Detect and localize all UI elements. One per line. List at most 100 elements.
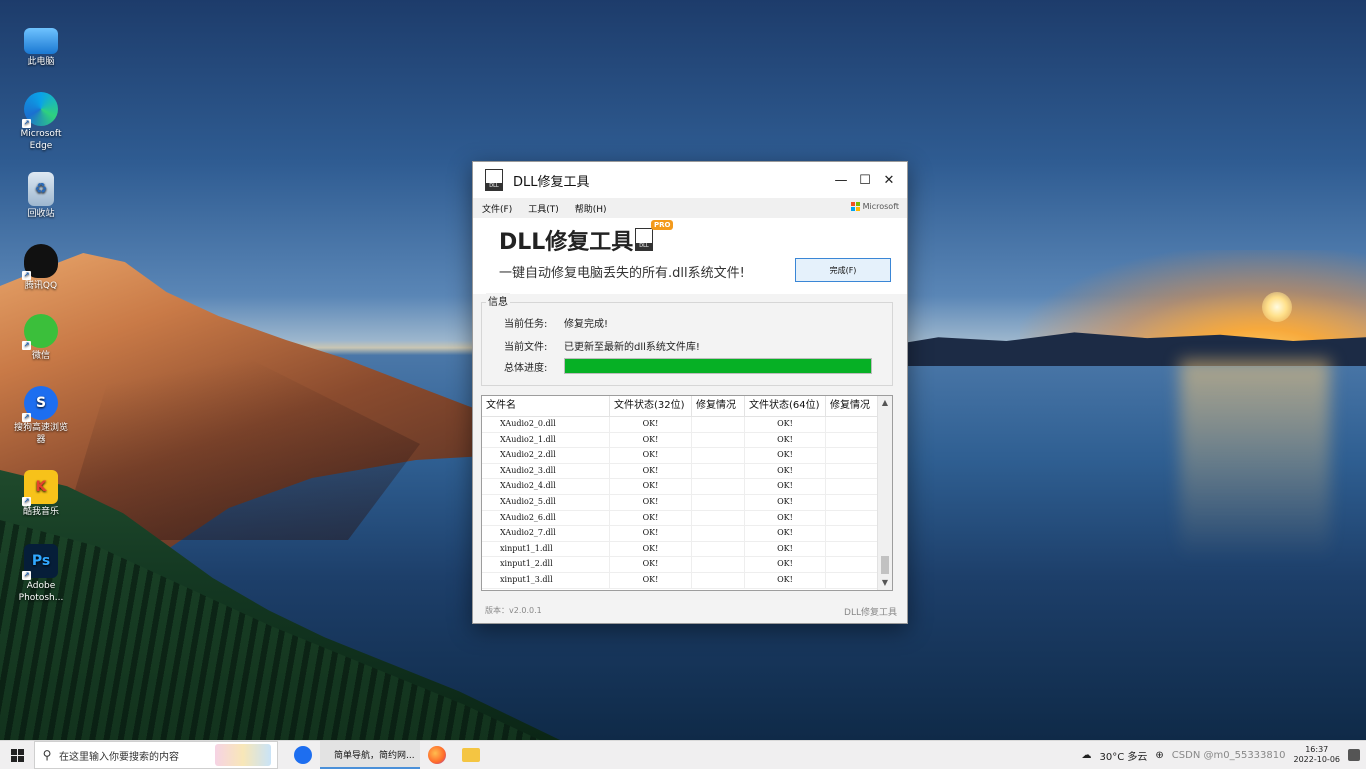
desktop-icon-wechat[interactable]: ↗ 微信 — [14, 314, 68, 362]
sogou-browser-icon: S ↗ — [22, 386, 58, 422]
table-row[interactable]: XAudio2_0.dll OK! OK! — [482, 417, 892, 433]
version-label: 版本：v2.0.0.1 — [485, 606, 542, 615]
cell-repair-32 — [692, 557, 745, 572]
cell-repair-32 — [692, 494, 745, 510]
cell-repair-32 — [692, 432, 745, 448]
taskbar-file-explorer[interactable] — [454, 741, 488, 769]
cell-repair-32 — [692, 541, 745, 557]
qq-icon: ↗ — [22, 244, 58, 280]
desktop-icon-kuwo-music[interactable]: K ↗ 酷我音乐 — [14, 470, 68, 518]
cell-repair-64 — [826, 463, 878, 479]
table-row[interactable]: xinput1_2.dll OK! OK! — [482, 557, 892, 573]
cell-status-64: OK! — [745, 432, 826, 448]
table-scrollbar[interactable]: ▲ ▼ — [877, 396, 892, 590]
cell-filename: xinput1_2.dll — [482, 557, 610, 572]
cell-status-32: OK! — [610, 494, 692, 510]
desktop-icon-this-pc[interactable]: 此电脑 — [14, 22, 68, 68]
table-row[interactable]: XAudio2_4.dll OK! OK! — [482, 479, 892, 495]
table-row[interactable]: xinput1_3.dll OK! OK! — [482, 572, 892, 589]
cell-filename: XAudio2_5.dll — [482, 494, 610, 510]
cell-filename: XAudio2_6.dll — [482, 510, 610, 526]
kuwo-music-icon: K ↗ — [22, 470, 58, 506]
wechat-icon: ↗ — [22, 314, 58, 350]
close-button[interactable]: ✕ — [877, 162, 901, 198]
table-row[interactable]: xinput1_1.dll OK! OK! — [482, 541, 892, 558]
microsoft-logo: Microsoft — [850, 202, 899, 211]
scroll-thumb[interactable] — [881, 556, 889, 574]
taskbar-firefox[interactable] — [420, 741, 454, 769]
minimize-button[interactable]: — — [829, 162, 853, 198]
network-icon[interactable]: ⊕ — [1155, 750, 1163, 761]
app-banner: DLL修复工具 DLL PRO 一键自动修复电脑丢失的所有.dll系统文件! 完… — [473, 218, 907, 294]
cell-filename: xinput1_3.dll — [482, 572, 610, 588]
taskbar-edge-window[interactable]: 简单导航，简约网... — [320, 741, 420, 769]
menu-bar: 文件(F) 工具(T) 帮助(H) Microsoft — [473, 198, 907, 218]
current-file-row: 当前文件: 已更新至最新的dll系统文件库! — [504, 338, 700, 353]
dll-file-table: 文件名 文件状态(32位) 修复情况 文件状态(64位) 修复情况 XAudio… — [481, 395, 893, 591]
cell-repair-64 — [826, 541, 878, 557]
table-row[interactable]: XAudio2_5.dll OK! OK! — [482, 494, 892, 511]
cell-repair-32 — [692, 479, 745, 494]
col-header-repair-64[interactable]: 修复情况 — [826, 396, 878, 416]
cell-repair-64 — [826, 417, 878, 432]
start-button[interactable] — [0, 741, 34, 769]
weather-text[interactable]: 30°C 多云 — [1100, 748, 1148, 763]
dll-repair-window: DLL DLL修复工具 — ☐ ✕ 文件(F) 工具(T) 帮助(H) Micr… — [472, 161, 908, 624]
firefox-icon — [428, 746, 446, 764]
cell-filename: xinput1_1.dll — [482, 541, 610, 557]
cell-status-64: OK! — [745, 572, 826, 588]
cell-status-32: OK! — [610, 417, 692, 432]
desktop-icon-qq[interactable]: ↗ 腾讯QQ — [14, 244, 68, 292]
cell-status-64: OK! — [745, 541, 826, 557]
table-row[interactable]: XAudio2_3.dll OK! OK! — [482, 463, 892, 480]
window-titlebar[interactable]: DLL DLL修复工具 — ☐ ✕ — [473, 162, 907, 198]
progress-fill — [565, 359, 871, 373]
col-header-repair-32[interactable]: 修复情况 — [692, 396, 745, 416]
weather-icon[interactable]: ☁ — [1082, 750, 1092, 761]
scroll-down-icon[interactable]: ▼ — [878, 576, 892, 590]
microsoft-logo-icon — [850, 202, 860, 211]
cell-status-64: OK! — [745, 463, 826, 479]
menu-file[interactable]: 文件(F) — [482, 202, 512, 215]
taskbar-search-box[interactable]: ⚲ 在这里输入你要搜索的内容 — [34, 741, 278, 769]
pro-badge: PRO — [651, 220, 674, 230]
taskbar-clock[interactable]: 16:37 2022-10-06 — [1294, 745, 1341, 765]
brand-title: DLL修复工具 — [499, 230, 634, 255]
maximize-button[interactable]: ☐ — [853, 162, 877, 198]
scroll-up-icon[interactable]: ▲ — [878, 396, 892, 410]
cell-filename: XAudio2_0.dll — [482, 417, 610, 432]
cell-status-64: OK! — [745, 448, 826, 463]
desktop-icon-edge[interactable]: ↗ Microsoft Edge — [14, 92, 68, 152]
progress-row: 总体进度: — [504, 359, 564, 374]
notification-icon[interactable] — [1348, 749, 1360, 761]
table-row[interactable]: XAudio2_2.dll OK! OK! — [482, 448, 892, 464]
desktop-icon-sogou-browser[interactable]: S ↗ 搜狗高速浏览器 — [14, 386, 68, 446]
menu-tools[interactable]: 工具(T) — [528, 202, 559, 215]
table-row[interactable]: XAudio2_6.dll OK! OK! — [482, 510, 892, 527]
cell-filename: XAudio2_4.dll — [482, 479, 610, 494]
taskbar-sogou-browser[interactable] — [286, 741, 320, 769]
csdn-watermark: CSDN @m0_55333810 — [1171, 749, 1286, 761]
folder-icon — [462, 748, 480, 762]
wallpaper-trees — [0, 520, 540, 740]
cell-status-64: OK! — [745, 479, 826, 494]
cell-repair-64 — [826, 557, 878, 572]
current-task-row: 当前任务: 修复完成! — [504, 315, 608, 330]
col-header-status-64[interactable]: 文件状态(64位) — [745, 396, 826, 416]
system-tray: ☁ 30°C 多云 ⊕ CSDN @m0_55333810 16:37 2022… — [1074, 741, 1360, 769]
done-button[interactable]: 完成(F) — [795, 258, 891, 282]
shortcut-arrow-icon: ↗ — [22, 119, 31, 128]
desktop-icon-photoshop[interactable]: Ps ↗ Adobe Photosh... — [14, 544, 68, 604]
cell-status-32: OK! — [610, 510, 692, 526]
dll-file-icon: DLL — [485, 169, 503, 191]
table-row[interactable]: XAudio2_7.dll OK! OK! — [482, 526, 892, 542]
menu-help[interactable]: 帮助(H) — [575, 202, 607, 215]
desktop-icon-recycle-bin[interactable]: ♻ 回收站 — [14, 172, 68, 220]
computer-icon — [24, 28, 58, 54]
info-group: 当前任务: 修复完成! 当前文件: 已更新至最新的dll系统文件库! 总体进度: — [481, 302, 893, 386]
col-header-status-32[interactable]: 文件状态(32位) — [610, 396, 692, 416]
col-header-filename[interactable]: 文件名 — [482, 396, 610, 416]
table-row[interactable]: XAudio2_1.dll OK! OK! — [482, 432, 892, 449]
search-icon: ⚲ — [42, 748, 52, 762]
window-footer: 版本：v2.0.0.1 DLL修复工具 — [473, 599, 907, 623]
